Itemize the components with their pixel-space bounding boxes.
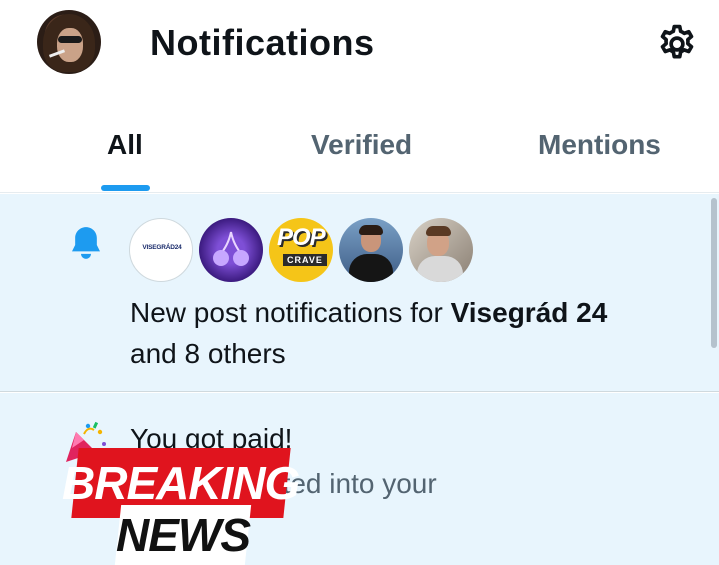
avatar-body bbox=[417, 256, 463, 282]
avatar-face bbox=[57, 28, 83, 62]
breaking-text: BREAKING bbox=[62, 457, 300, 509]
visegrad-logo: VISEGRÁD24 bbox=[142, 244, 182, 251]
tab-verified[interactable]: Verified bbox=[311, 129, 412, 161]
user-avatar[interactable] bbox=[37, 10, 101, 74]
tab-mentions[interactable]: Mentions bbox=[538, 129, 661, 161]
tab-all[interactable]: All bbox=[107, 129, 143, 161]
news-text: NEWS bbox=[116, 509, 250, 561]
news-banner: NEWS bbox=[114, 505, 252, 565]
scrollbar[interactable] bbox=[711, 198, 717, 348]
notification-account-name[interactable]: Visegrád 24 bbox=[451, 297, 608, 328]
crave-logo: CRAVE bbox=[283, 254, 327, 266]
avatar-body bbox=[349, 254, 393, 282]
page-title: Notifications bbox=[150, 22, 375, 63]
avatar-cherry[interactable] bbox=[199, 218, 263, 282]
avatar-glasses bbox=[58, 36, 82, 43]
bell-icon bbox=[72, 227, 100, 259]
notification-text-prefix: New post notifications for bbox=[130, 297, 451, 328]
active-tab-indicator bbox=[101, 185, 150, 191]
header: Notifications bbox=[0, 0, 719, 95]
tab-bar: All Verified Mentions bbox=[0, 95, 719, 193]
pop-logo: POP bbox=[277, 224, 326, 251]
notification-text-suffix: and 8 others bbox=[130, 338, 286, 369]
avatar-pop-crave[interactable]: POP CRAVE bbox=[269, 218, 333, 282]
avatar-visegrad[interactable]: VISEGRÁD24 bbox=[129, 218, 193, 282]
cherry-icon bbox=[213, 231, 249, 266]
avatar-man-2[interactable] bbox=[409, 218, 473, 282]
avatar-hair bbox=[359, 225, 383, 235]
avatar-man-1[interactable] bbox=[339, 218, 403, 282]
avatar-hair bbox=[426, 226, 451, 236]
notification-text: New post notifications for Visegrád 24 a… bbox=[130, 292, 700, 374]
gear-icon[interactable] bbox=[655, 22, 699, 66]
